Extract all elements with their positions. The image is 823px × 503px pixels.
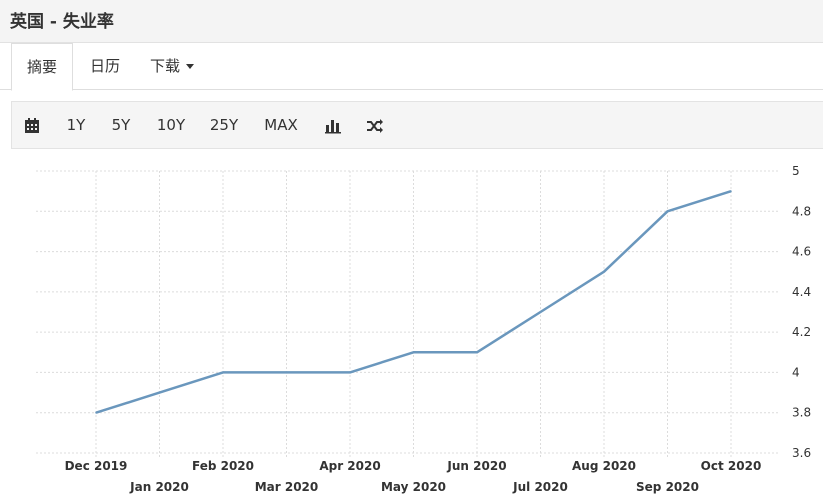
range-10y-button[interactable]: 10Y	[152, 102, 190, 148]
x-tick-label: Dec 2019	[65, 459, 128, 473]
x-tick-label: Oct 2020	[701, 459, 762, 473]
y-tick-label: 4.8	[792, 204, 811, 218]
page-title: 英国 - 失业率	[10, 12, 114, 32]
y-tick-label: 3.6	[792, 446, 811, 460]
data-point	[603, 270, 605, 273]
bar-chart-icon[interactable]	[322, 102, 344, 148]
range-max-button[interactable]: MAX	[259, 102, 303, 148]
data-point	[95, 411, 97, 414]
x-tick-label: May 2020	[381, 480, 446, 494]
tab-calendar-label: 日历	[89, 57, 120, 75]
data-point	[222, 371, 224, 374]
y-tick-label: 4.4	[792, 285, 811, 299]
range-25y-button[interactable]: 25Y	[205, 102, 243, 148]
data-point	[666, 210, 669, 213]
data-point	[730, 190, 732, 192]
y-tick-label: 4.6	[792, 245, 811, 259]
tab-bar: 摘要 日历 下载	[0, 43, 823, 91]
line-chart: 5 4.8 4.6 4.4 4.2 4 3.8 3.6 Dec 2019Jan 2020Feb…	[36, 164, 811, 494]
y-tick-label: 4.2	[792, 325, 811, 339]
y-axis-labels: 5 4.8 4.6 4.4 4.2 4 3.8 3.6	[792, 164, 811, 460]
range-5y-button[interactable]: 5Y	[105, 102, 137, 148]
title-bar: 英国 - 失业率	[0, 0, 823, 43]
x-axis-labels: Dec 2019Jan 2020Feb 2020Mar 2020Apr 2020…	[65, 459, 762, 494]
x-tick-label: Apr 2020	[319, 459, 380, 473]
data-point	[476, 351, 478, 354]
data-point	[158, 391, 161, 394]
data-point	[539, 311, 542, 313]
x-tick-label: Feb 2020	[192, 459, 254, 473]
calendar-icon[interactable]	[20, 102, 44, 148]
data-point	[349, 371, 351, 374]
tab-download-label: 下载	[149, 57, 180, 75]
y-tick-label: 4	[792, 365, 800, 379]
x-tick-label: Jun 2020	[446, 459, 506, 473]
chart-grid	[36, 170, 778, 457]
tab-download[interactable]: 下载	[140, 43, 204, 89]
chart-toolbar: 1Y 5Y 10Y 25Y MAX	[11, 101, 823, 149]
x-tick-label: Sep 2020	[636, 480, 699, 494]
tab-summary[interactable]: 摘要	[11, 43, 73, 91]
y-tick-label: 3.8	[792, 406, 811, 420]
x-tick-label: Aug 2020	[572, 459, 636, 473]
y-tick-label: 5	[792, 164, 800, 178]
chevron-down-icon	[186, 64, 194, 69]
x-tick-label: Jul 2020	[512, 480, 568, 494]
x-tick-label: Jan 2020	[129, 480, 189, 494]
range-1y-button[interactable]: 1Y	[60, 102, 92, 148]
tab-summary-label: 摘要	[26, 58, 57, 76]
x-tick-label: Mar 2020	[255, 480, 319, 494]
data-point	[412, 351, 415, 354]
tab-calendar[interactable]: 日历	[80, 43, 130, 89]
shuffle-icon[interactable]	[363, 102, 387, 148]
data-point	[285, 371, 288, 374]
